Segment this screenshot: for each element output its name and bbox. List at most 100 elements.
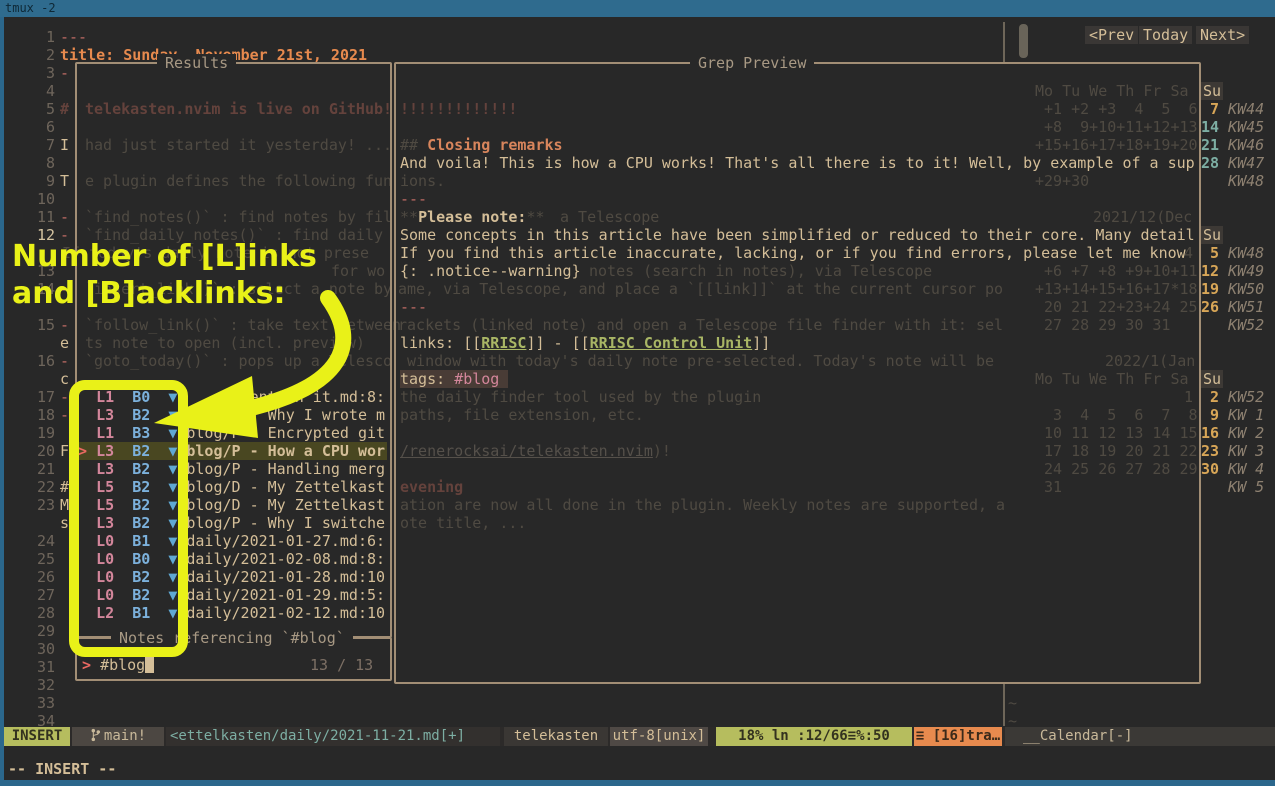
calendar-week-row: KW 5 bbox=[1201, 478, 1264, 496]
terminal-screen: tmux -2 <Prev Today Next> ---title: Sund… bbox=[0, 0, 1275, 786]
text-segment: tags: bbox=[400, 370, 454, 388]
text-segment: Mo Tu We Th Fr Sa bbox=[1035, 82, 1189, 100]
preview-line: --- bbox=[400, 298, 427, 316]
text-segment: c bbox=[60, 370, 69, 388]
text-segment: 3 4 5 6 7 8 bbox=[1035, 406, 1198, 424]
text-segment: - bbox=[60, 388, 69, 406]
prompt-query: #blog bbox=[100, 656, 145, 674]
text-segment: ame, via Telescope, and place a `[[link]… bbox=[398, 280, 1003, 298]
calendar-week-row[interactable]: 5 KW48 bbox=[1201, 244, 1264, 262]
text-segment: 24 25 26 27 28 29 bbox=[1035, 460, 1198, 478]
calendar-week-row[interactable]: 16 KW 2 bbox=[1201, 424, 1264, 442]
calendar-week-row[interactable]: 28 KW47 bbox=[1201, 154, 1264, 172]
result-counter: 13 / 13 bbox=[310, 656, 373, 674]
text-segment: # bbox=[60, 100, 69, 118]
buffer-line: - bbox=[60, 64, 69, 82]
calendar-grid-row: 10 11 12 13 14 15 bbox=[1035, 424, 1198, 442]
line-number: 17 bbox=[33, 388, 55, 406]
bleed-text: e plugin defines the following fun bbox=[85, 172, 392, 190]
line-number: 31 bbox=[33, 658, 55, 676]
text-segment: RRISC Control Unit bbox=[590, 334, 753, 352]
text-segment: 26 bbox=[1201, 298, 1219, 316]
line-number: 3 bbox=[33, 64, 55, 82]
calendar-week-row[interactable]: 14 KW45 bbox=[1201, 118, 1264, 136]
calendar-week-row[interactable]: 12 KW49 bbox=[1201, 262, 1264, 280]
bleed-text: notes (search in notes), via Telescope bbox=[589, 262, 932, 280]
text-segment: F bbox=[60, 442, 69, 460]
calendar-week-row[interactable]: 7 KW44 bbox=[1201, 100, 1264, 118]
text-segment: 7 bbox=[1201, 100, 1219, 118]
line-number: 30 bbox=[33, 640, 55, 658]
bleed-text: telekasten.nvim is live on GitHub! bbox=[85, 100, 392, 118]
text-segment: e bbox=[60, 334, 69, 352]
calendar-week-row[interactable]: 21 KW46 bbox=[1201, 136, 1264, 154]
text-segment: - bbox=[60, 316, 69, 334]
text-segment: --- bbox=[400, 298, 427, 316]
prompt-input[interactable]: > #blog bbox=[82, 656, 145, 674]
calendar-week-row[interactable]: 9 KW 1 bbox=[1201, 406, 1264, 424]
line-number: 18 bbox=[33, 406, 55, 424]
preview-line: Some concepts in this article have been … bbox=[400, 226, 1195, 244]
text-segment: blog/P - Why I switche bbox=[186, 514, 385, 532]
text-segment: /renerocksai/telekasten.nvim bbox=[400, 442, 653, 460]
buffer-line: - bbox=[60, 388, 69, 406]
text-segment: ## bbox=[400, 136, 427, 154]
text-segment: - bbox=[60, 406, 69, 424]
text-segment: 28 bbox=[1201, 154, 1219, 172]
text-segment: ote title, ... bbox=[400, 514, 526, 532]
text-segment: 2021/12(Dec bbox=[1093, 208, 1192, 226]
results-window-title: Results bbox=[157, 54, 236, 72]
buffer-frontmatter-delim: --- bbox=[60, 28, 87, 46]
text-segment: +1 +2 +3 4 5 6 bbox=[1035, 100, 1198, 118]
calendar-week-row[interactable]: 23 KW 3 bbox=[1201, 442, 1264, 460]
bleed-text: for wo bbox=[331, 262, 385, 280]
text-segment: `find_notes()` : find notes by fil bbox=[85, 208, 392, 226]
text-segment: links: [[ bbox=[400, 334, 481, 352]
mode-indicator: INSERT bbox=[4, 727, 70, 746]
text-segment: KW 1 bbox=[1219, 406, 1264, 424]
calendar-grid-row: +13+14+15+16+17*18 bbox=[1035, 280, 1198, 298]
text-segment: - bbox=[60, 352, 69, 370]
line-number: 21 bbox=[33, 460, 55, 478]
text-segment: ation are now all done in the plugin. We… bbox=[400, 496, 1005, 514]
preview-line: --- bbox=[400, 190, 427, 208]
calendar-sunday-header[interactable]: Su bbox=[1201, 82, 1223, 100]
calendar-grid-row: +6 +7 +8 +9+10+11 bbox=[1035, 262, 1198, 280]
text-segment: --- bbox=[60, 28, 87, 46]
line-number: 25 bbox=[33, 550, 55, 568]
preview-line: **Please note:** bbox=[400, 208, 545, 226]
bleed-text: evening bbox=[400, 478, 463, 496]
text-segment: daily/2021-01-27.md:6: bbox=[186, 532, 385, 550]
calendar-week-row[interactable]: 26 KW51 bbox=[1201, 298, 1264, 316]
buffer-line: - bbox=[60, 208, 69, 226]
calendar-week-row[interactable]: 2 KW52 bbox=[1201, 388, 1264, 406]
bleed-text: had just started it yesterday! ... bbox=[85, 136, 392, 154]
text-segment: KW47 bbox=[1219, 154, 1264, 172]
text-segment: KW44 bbox=[1219, 100, 1264, 118]
buffer-line: # bbox=[60, 478, 69, 496]
text-segment: Su bbox=[1201, 82, 1223, 100]
bleed-text: the daily finder tool used by the plugin bbox=[400, 388, 761, 406]
calendar-sunday-header[interactable]: Su bbox=[1201, 370, 1223, 388]
preview-line: If you find this article inaccurate, lac… bbox=[400, 244, 1186, 262]
annotation-arrow-icon bbox=[130, 290, 370, 460]
buffer-line: # bbox=[60, 100, 69, 118]
text-segment: ~ bbox=[1008, 694, 1017, 712]
buffer-line: - bbox=[60, 316, 69, 334]
text-segment: blog/D - My Zettelkast bbox=[186, 478, 385, 496]
line-number: 4 bbox=[33, 82, 55, 100]
text-segment: RRISC bbox=[481, 334, 526, 352]
text-segment: KW52 bbox=[1219, 388, 1264, 406]
bleed-text: paths, file extension, etc. bbox=[400, 406, 644, 424]
calendar-sunday-header[interactable]: Su bbox=[1201, 226, 1223, 244]
line-number: 16 bbox=[33, 352, 55, 370]
buffer-line: I bbox=[60, 136, 69, 154]
text-segment: telekasten.nvim is live on GitHub! bbox=[85, 100, 392, 118]
calendar-week-row[interactable]: 19 KW50 bbox=[1201, 280, 1264, 298]
text-segment: +15+16+17+18+19+20 bbox=[1035, 136, 1198, 154]
line-number: 2 bbox=[33, 46, 55, 64]
annotation-text-line2: and [B]acklinks: bbox=[12, 285, 286, 303]
line-number: 22 bbox=[33, 478, 55, 496]
calendar-week-row[interactable]: 30 KW 4 bbox=[1201, 460, 1264, 478]
text-segment bbox=[499, 370, 508, 388]
